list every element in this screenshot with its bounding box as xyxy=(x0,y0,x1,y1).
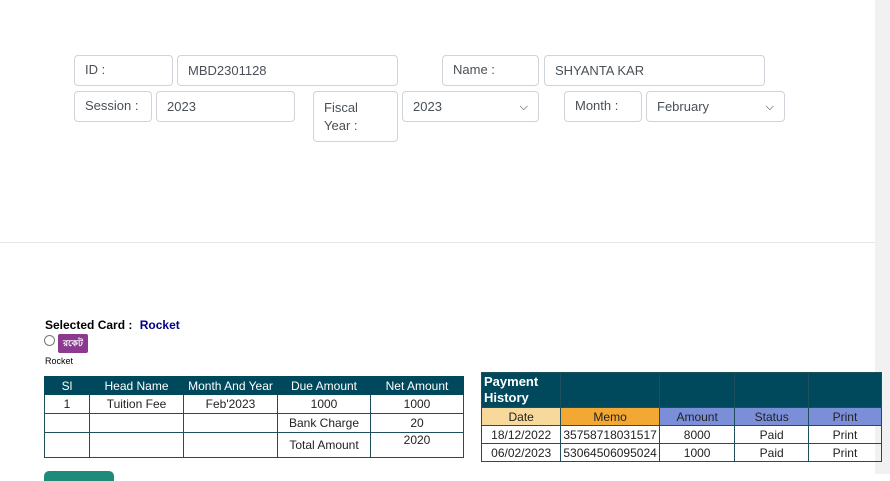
table-row: 18/12/2022 35758718031517 8000 Paid Prin… xyxy=(480,425,883,444)
name-input[interactable]: SHYANTA KAR xyxy=(544,55,765,86)
col-due-amount: Due Amount xyxy=(277,376,371,395)
col-month-year: Month And Year xyxy=(183,376,278,395)
fiscal-year-value: 2023 xyxy=(413,98,442,114)
cell-due-amount: 1000 xyxy=(277,394,371,414)
cell-date: 06/02/2023 xyxy=(480,443,562,462)
total-amount-label: Total Amount xyxy=(277,432,371,458)
chevron-down-icon: ⌵ xyxy=(519,100,528,113)
session-label: Session : xyxy=(74,91,152,122)
col-head-name: Head Name xyxy=(89,376,184,395)
cell-net-amount: 1000 xyxy=(370,394,464,414)
id-label: ID : xyxy=(74,55,173,86)
fiscal-year-label: Fiscal Year : xyxy=(313,91,398,142)
rocket-logo-text: রকেট xyxy=(63,339,83,349)
selected-card-label: Selected Card : xyxy=(45,318,133,332)
col-date: Date xyxy=(480,407,562,426)
cell-amount: 1000 xyxy=(658,443,736,462)
history-title-row: Payment History xyxy=(480,372,883,408)
rocket-caption: Rocket xyxy=(45,356,74,366)
cell-status: Paid xyxy=(734,425,809,444)
table-row: Total Amount 2020 xyxy=(44,432,464,458)
chevron-down-icon: ⌵ xyxy=(765,100,774,113)
cell-head-name: Tuition Fee xyxy=(89,394,184,414)
rocket-logo[interactable]: রকেট xyxy=(58,334,88,353)
rocket-radio[interactable] xyxy=(44,335,55,346)
payment-history-table: Payment History Date Memo Amount Status … xyxy=(480,372,883,462)
cell-month-year: Feb'2023 xyxy=(183,394,278,414)
fiscal-year-select[interactable]: 2023 ⌵ xyxy=(402,91,539,122)
cell-sl: 1 xyxy=(44,394,90,414)
cell-date: 18/12/2022 xyxy=(480,425,562,444)
id-input[interactable]: MBD2301128 xyxy=(177,55,398,86)
table-row: Bank Charge 20 xyxy=(44,413,464,433)
cell-memo: 35758718031517 xyxy=(560,425,660,444)
history-header: Date Memo Amount Status Print xyxy=(480,407,883,426)
bank-charge-label: Bank Charge xyxy=(277,413,371,433)
col-net-amount: Net Amount xyxy=(370,376,464,395)
cell-status: Paid xyxy=(734,443,809,462)
month-value: February xyxy=(657,98,710,114)
bank-charge-value: 20 xyxy=(370,413,464,433)
table-row: 1 Tuition Fee Feb'2023 1000 1000 xyxy=(44,394,464,414)
col-print: Print xyxy=(807,407,883,426)
month-label: Month : xyxy=(564,91,642,122)
table-row: 06/02/2023 53064506095024 1000 Paid Prin… xyxy=(480,443,883,462)
fee-table-header: Sl Head Name Month And Year Due Amount N… xyxy=(44,376,464,395)
submit-button[interactable] xyxy=(44,471,114,481)
history-title: Payment History xyxy=(480,372,562,408)
fee-table: Sl Head Name Month And Year Due Amount N… xyxy=(44,376,464,458)
col-memo: Memo xyxy=(560,407,660,426)
session-input[interactable]: 2023 xyxy=(156,91,295,122)
col-status: Status xyxy=(734,407,809,426)
selected-card-value: Rocket xyxy=(139,318,180,332)
selected-card: Selected Card : Rocket xyxy=(45,318,180,332)
section-divider xyxy=(0,242,875,243)
month-select[interactable]: February ⌵ xyxy=(646,91,785,122)
cell-amount: 8000 xyxy=(658,425,736,444)
cell-memo: 53064506095024 xyxy=(560,443,660,462)
print-link[interactable]: Print xyxy=(807,425,883,444)
total-amount-value: 2020 xyxy=(370,432,464,458)
col-amount: Amount xyxy=(658,407,736,426)
col-sl: Sl xyxy=(44,376,90,395)
name-label: Name : xyxy=(442,55,539,86)
print-link[interactable]: Print xyxy=(807,443,883,462)
